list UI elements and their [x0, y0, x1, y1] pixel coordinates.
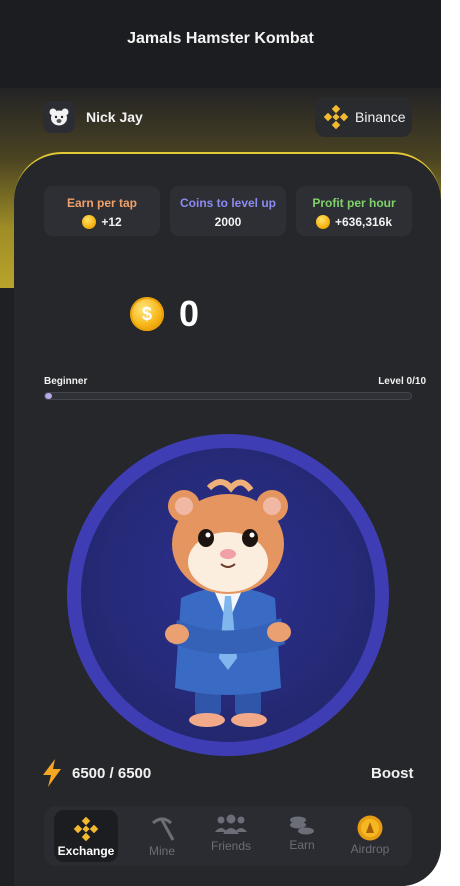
stat-label: Coins to level up — [179, 196, 276, 210]
level-name: Beginner — [44, 376, 88, 387]
level-progress-fill — [45, 393, 53, 399]
stat-earn-per-tap: Earn per tap +12 — [44, 186, 160, 236]
level-progress-bar — [44, 392, 412, 400]
bottom-navigation: Exchange Mine Friends Earn Airdrop — [44, 806, 412, 866]
energy-indicator: 6500 / 6500 — [40, 758, 151, 788]
nav-label: Exchange — [57, 844, 115, 858]
nav-friends[interactable]: Friends — [201, 810, 261, 862]
binance-logo-icon — [323, 104, 349, 130]
lightning-icon — [40, 758, 64, 788]
app-screen: Jamals Hamster Kombat Nick Jay Binance E… — [0, 0, 441, 886]
app-title: Jamals Hamster Kombat — [127, 30, 314, 47]
coin-symbol: $ — [141, 303, 152, 324]
level-text: Level 0/10 — [378, 376, 426, 387]
stat-label: Earn per tap — [66, 196, 138, 210]
stat-value: +636,316k — [334, 215, 393, 229]
stat-label: Profit per hour — [312, 196, 396, 210]
coin-icon — [82, 215, 97, 229]
top-bar: Jamals Hamster Kombat — [0, 0, 441, 88]
nav-label: Mine — [148, 844, 175, 858]
binance-logo-icon — [73, 816, 99, 847]
nav-label: Earn — [289, 838, 315, 852]
friends-icon — [214, 814, 248, 841]
stat-value: +12 — [101, 215, 122, 229]
dollar-coin-icon: $ — [130, 297, 164, 331]
nav-exchange[interactable]: Exchange — [54, 810, 118, 862]
nav-label: Friends — [210, 839, 251, 853]
balance-value: 0 — [179, 293, 200, 334]
hamster-tap-button[interactable] — [67, 434, 389, 756]
boost-button[interactable]: Boost — [371, 765, 414, 782]
nav-airdrop[interactable]: Airdrop — [340, 810, 400, 862]
coin-icon — [315, 215, 330, 229]
balance-display: $ 0 — [130, 293, 200, 334]
hamster-character-image — [165, 479, 291, 727]
stat-value: 2000 — [214, 215, 242, 229]
exchange-label: Binance — [355, 109, 406, 125]
user-profile[interactable]: Nick Jay — [43, 101, 143, 133]
energy-value: 6500 / 6500 — [72, 764, 152, 782]
stat-value-row: +12 — [44, 215, 160, 229]
nav-mine[interactable]: Mine — [132, 810, 192, 862]
hamster-face-icon — [43, 101, 75, 133]
stat-value-row: +636,316k — [296, 215, 412, 229]
stat-profit-per-hour: Profit per hour +636,316k — [296, 186, 412, 236]
nav-earn[interactable]: Earn — [272, 810, 332, 862]
pickaxe-icon — [149, 816, 175, 847]
nav-label: Airdrop — [350, 842, 390, 856]
stat-coins-to-level-up: Coins to level up 2000 — [170, 186, 286, 236]
exchange-selector-button[interactable]: Binance — [315, 97, 412, 137]
user-name: Nick Jay — [86, 109, 143, 125]
